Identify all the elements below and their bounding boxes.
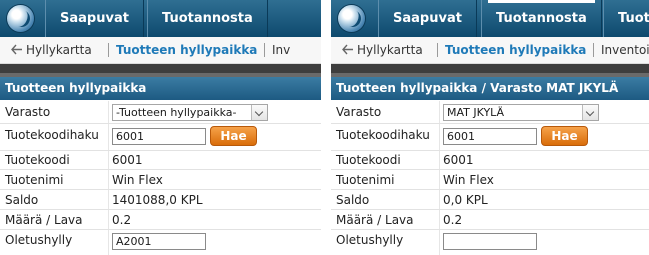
top-navigation-bar: Saapuvat Tuotannosta (0, 0, 321, 37)
label-tuotekoodihaku: Tuotekoodihaku (336, 128, 430, 142)
form-row-oletushylly: Oletushylly A2001 (0, 230, 321, 255)
form-row-varasto: Varasto MAT JKYLÄ (331, 101, 649, 124)
logo-globe-icon[interactable] (7, 5, 34, 32)
form-row-oletushylly: Oletushylly (331, 230, 649, 255)
value-tuotenimi: Win Flex (443, 173, 494, 187)
left-screen: Saapuvat Tuotannosta Hyllykartta Tuottee… (0, 0, 321, 255)
form-row-varasto: Varasto -Tuotteen hyllypaikka- (0, 101, 321, 124)
label-maara-lava: Määrä / Lava (336, 213, 414, 227)
breadcrumb: Hyllykartta Tuotteen hyllypaikka Invento… (331, 37, 649, 64)
screen-divider (321, 0, 331, 255)
crumb-separator (108, 43, 109, 57)
label-tuotenimi: Tuotenimi (5, 173, 64, 187)
hae-button[interactable]: Hae (210, 126, 257, 146)
value-tuotekoodi: 6001 (112, 153, 143, 167)
label-saldo: Saldo (5, 193, 39, 207)
info-row-maara-lava: Määrä / Lava 0.2 (0, 210, 321, 230)
crumb-separator (437, 43, 438, 57)
logo-globe-icon[interactable] (338, 5, 365, 32)
breadcrumb: Hyllykartta Tuotteen hyllypaikka Inv (0, 37, 321, 64)
right-screen: Saapuvat Tuotannosta Tuota Hyllykartta T… (331, 0, 649, 255)
value-saldo: 0,0 KPL (443, 193, 488, 207)
info-row-tuotenimi: Tuotenimi Win Flex (331, 170, 649, 190)
label-tuotekoodihaku: Tuotekoodihaku (5, 128, 99, 142)
varasto-select-value: -Tuotteen hyllypaikka- (116, 106, 237, 119)
label-tuotenimi: Tuotenimi (336, 173, 395, 187)
info-row-saldo: Saldo 1401088,0 KPL (0, 190, 321, 210)
crumb-hyllykartta[interactable]: Hyllykartta (26, 37, 92, 63)
value-maara-lava: 0.2 (112, 213, 132, 227)
crumb-separator (264, 43, 265, 57)
info-row-tuotekoodi: Tuotekoodi 6001 (0, 151, 321, 170)
crumb-separator (593, 43, 594, 57)
header-shadow-strip (331, 64, 649, 77)
page-title: Tuotteen hyllypaikka / Varasto MAT JKYLÄ (331, 77, 649, 100)
header-shadow-strip (0, 64, 321, 77)
crumb-hyllykartta[interactable]: Hyllykartta (357, 37, 423, 63)
varasto-select[interactable]: -Tuotteen hyllypaikka- (112, 104, 268, 121)
label-tuotekoodi: Tuotekoodi (336, 153, 401, 167)
value-tuotenimi: Win Flex (112, 173, 163, 187)
form-row-tuotekoodihaku: Tuotekoodihaku 6001 Hae (0, 124, 321, 151)
label-oletushylly: Oletushylly (336, 233, 404, 247)
nav-saapuvat[interactable]: Saapuvat (378, 0, 477, 37)
form-row-tuotekoodihaku: Tuotekoodihaku 6001 Hae (331, 124, 649, 151)
label-oletushylly: Oletushylly (5, 233, 73, 247)
oletushylly-input[interactable]: A2001 (112, 233, 206, 250)
crumb-inventoi[interactable]: Inventoi (601, 37, 649, 63)
label-maara-lava: Määrä / Lava (5, 213, 83, 227)
tuotekoodihaku-input[interactable]: 6001 (443, 128, 537, 145)
info-row-tuotekoodi: Tuotekoodi 6001 (331, 151, 649, 170)
oletushylly-input[interactable] (443, 233, 537, 250)
label-varasto: Varasto (5, 105, 51, 119)
page-title: Tuotteen hyllypaikka (0, 77, 321, 100)
label-saldo: Saldo (336, 193, 370, 207)
hae-button[interactable]: Hae (541, 126, 588, 146)
back-arrow-icon (11, 44, 22, 55)
nav-tuotannosta-overflow[interactable]: Tuota (603, 0, 649, 37)
nav-tuotannosta[interactable]: Tuotannosta (147, 0, 268, 37)
crumb-inventoi[interactable]: Inv (272, 37, 290, 63)
crumb-tuotteen-hyllypaikka[interactable]: Tuotteen hyllypaikka (116, 37, 257, 63)
chevron-down-icon (582, 105, 598, 120)
tuotekoodihaku-input[interactable]: 6001 (112, 128, 206, 145)
crumb-tuotteen-hyllypaikka[interactable]: Tuotteen hyllypaikka (445, 37, 586, 63)
nav-saapuvat[interactable]: Saapuvat (45, 0, 144, 37)
value-maara-lava: 0.2 (443, 213, 463, 227)
chevron-down-icon (251, 105, 267, 120)
nav-tuotannosta[interactable]: Tuotannosta (481, 0, 602, 37)
varasto-select[interactable]: MAT JKYLÄ (443, 104, 599, 121)
info-row-tuotenimi: Tuotenimi Win Flex (0, 170, 321, 190)
info-row-saldo: Saldo 0,0 KPL (331, 190, 649, 210)
top-navigation-bar: Saapuvat Tuotannosta Tuota (331, 0, 649, 37)
info-row-maara-lava: Määrä / Lava 0.2 (331, 210, 649, 230)
varasto-select-value: MAT JKYLÄ (447, 106, 505, 119)
label-varasto: Varasto (336, 105, 382, 119)
value-tuotekoodi: 6001 (443, 153, 474, 167)
label-tuotekoodi: Tuotekoodi (5, 153, 70, 167)
value-saldo: 1401088,0 KPL (112, 193, 203, 207)
back-arrow-icon (342, 44, 353, 55)
